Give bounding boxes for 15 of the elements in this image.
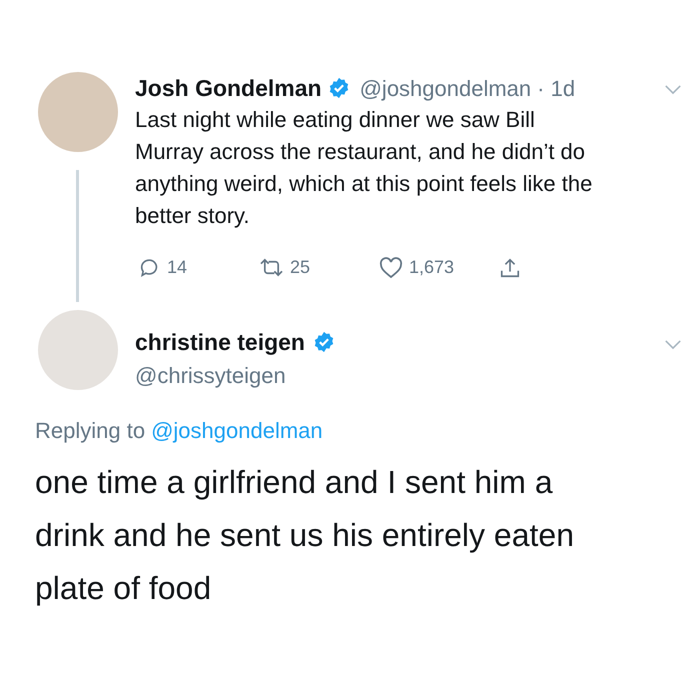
author-name[interactable]: christine teigen xyxy=(135,324,305,360)
replying-label: Replying to xyxy=(35,417,146,445)
tweet-text: Last night while eating dinner we saw Bill Murray across the restaurant, and he didn’t do anything weird, which at this point feels like the better story. xyxy=(135,106,594,230)
tweet-time: · 1d xyxy=(537,74,576,102)
replying-handle-link[interactable]: @joshgondelman xyxy=(151,414,323,447)
action-count: 1,673 xyxy=(409,256,454,279)
author-name[interactable]: Josh Gondelman xyxy=(135,70,322,106)
heart-icon[interactable] xyxy=(379,256,403,278)
retweet-icon[interactable] xyxy=(259,257,284,278)
author-handle[interactable]: @joshgondelman xyxy=(360,72,532,104)
share-icon[interactable] xyxy=(499,256,521,278)
reply-text: one time a girlfriend and I sent him a drink and he sent us his entirely eaten plate of food xyxy=(35,463,575,608)
action-count: 25 xyxy=(290,256,310,279)
author-handle[interactable]: @chrissyteigen xyxy=(135,359,335,392)
action-count: 14 xyxy=(167,256,188,279)
